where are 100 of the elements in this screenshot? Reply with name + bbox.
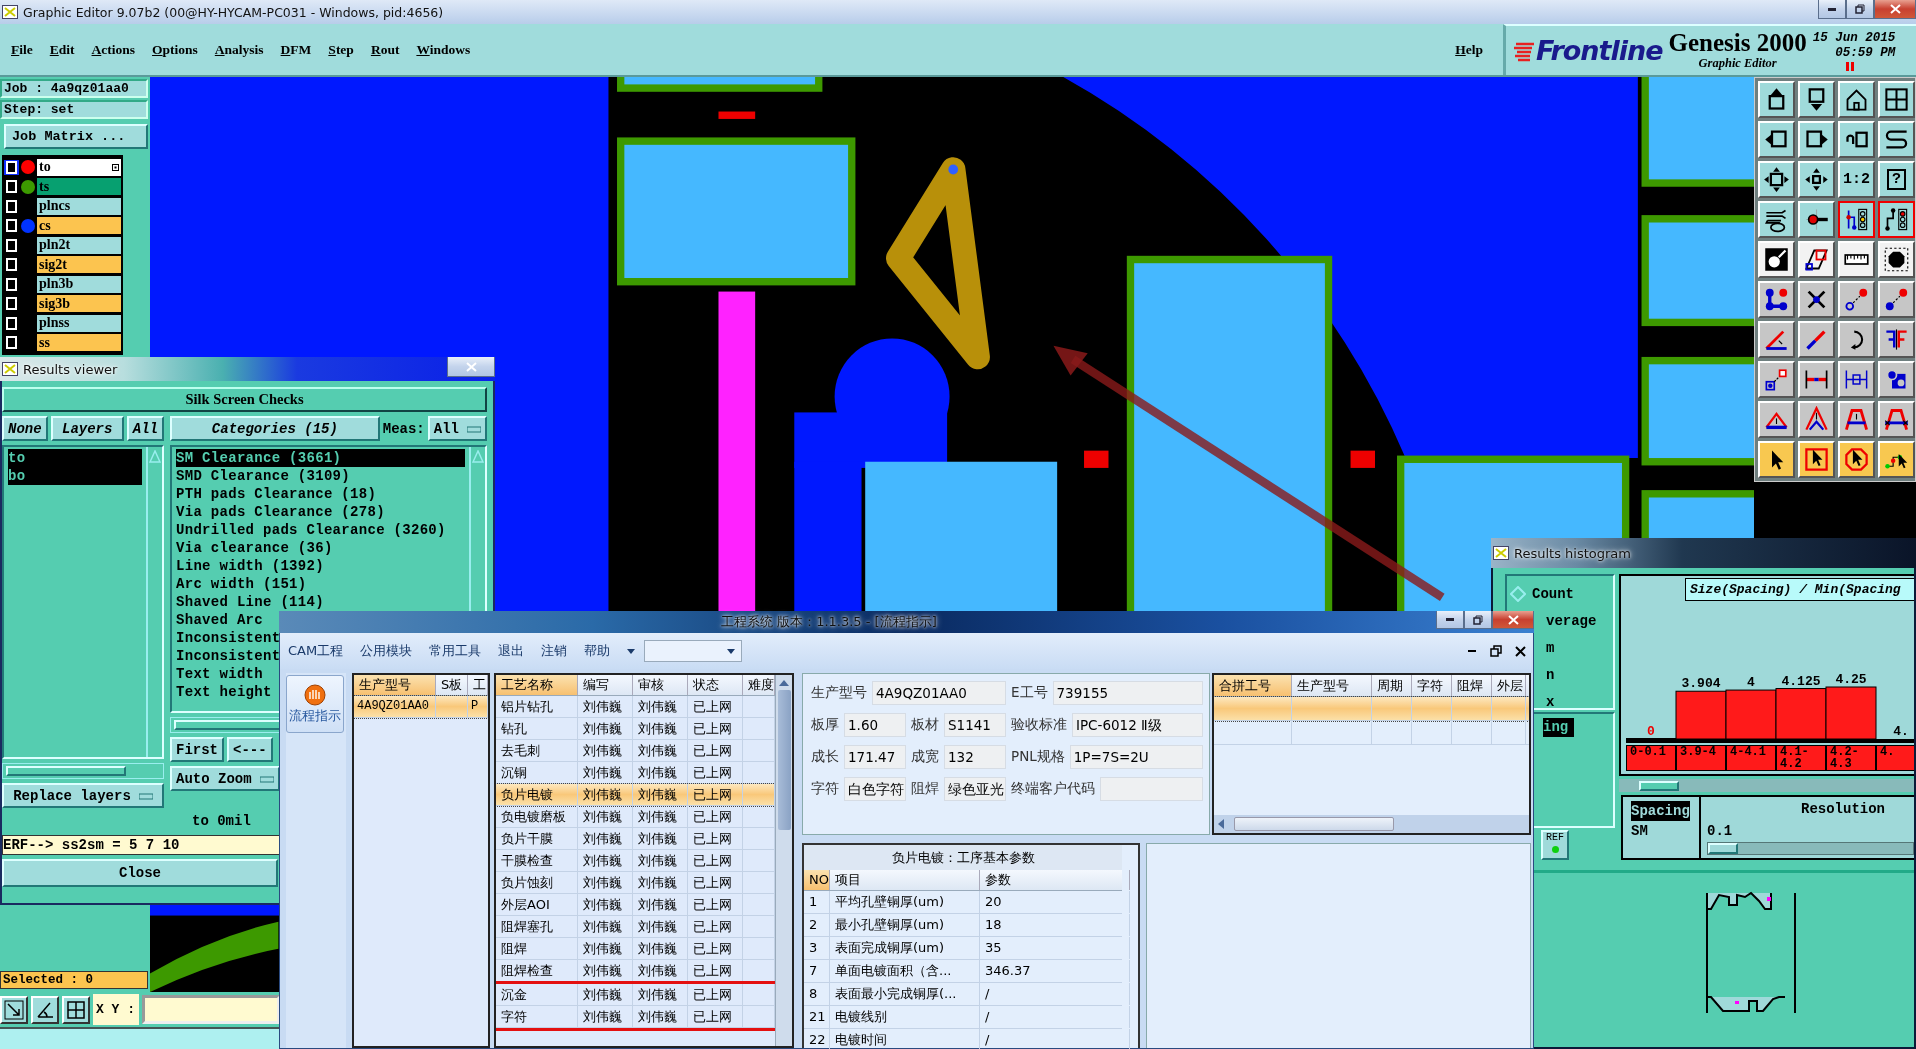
type-list-item[interactable]: ing [1543,718,1575,737]
table-row[interactable]: 钻孔 刘伟巍 刘伟巍 已上网 [496,718,775,740]
table-row[interactable]: 外层AOI 刘伟巍 刘伟巍 已上网 [496,894,775,916]
table-row[interactable]: 沉金 刘伟巍 刘伟巍 已上网 [496,984,775,1006]
field-value[interactable]: 1P=7S=2U [1069,745,1203,769]
menu-item[interactable]: 常用工具 [429,642,482,660]
menu-item[interactable]: Actions [91,41,136,58]
layer-row[interactable]: sig3b [37,295,121,312]
table-row[interactable]: 负片蚀刻 刘伟巍 刘伟巍 已上网 [496,872,775,894]
tool-button[interactable] [1838,201,1875,238]
menu-item[interactable]: DFM [280,41,312,58]
layer-row[interactable]: pln3b [37,275,121,293]
layer-checkbox[interactable] [4,179,19,194]
field-value[interactable]: 绿色亚光 [944,777,1006,801]
field-value[interactable]: 171.47 [844,745,906,769]
column-header[interactable]: 合拼工号 [1214,675,1292,696]
zoom-ratio-button[interactable]: 1:2 [1838,161,1875,198]
layer-checkbox[interactable] [4,218,19,233]
field-value[interactable]: 1.60 [844,713,906,737]
menu-item[interactable]: Edit [49,41,75,58]
category-item[interactable]: Inconsistent [176,629,281,647]
category-item[interactable]: Arc width (151) [176,575,307,593]
layer-checkbox[interactable] [4,237,19,253]
category-item[interactable]: SM Clearance (3661) [176,449,465,467]
category-item[interactable]: Shaved Line (114) [176,593,324,611]
layer-checkbox[interactable] [4,159,19,175]
layer-list-item[interactable]: bo [8,467,142,485]
category-item[interactable]: Via pads Clearance (278) [176,503,385,521]
table-row[interactable]: 铝片钻孔 刘伟巍 刘伟巍 已上网 [496,696,775,718]
layer-row[interactable]: cs [37,217,121,234]
restore-button[interactable] [1489,644,1503,658]
category-item[interactable]: Via clearance (36) [176,539,333,557]
column-header[interactable]: 审核 [633,675,688,695]
layer-list-item[interactable]: to [8,449,142,467]
help-button[interactable]: ? [1878,161,1915,198]
flow-guide-button[interactable]: 流程指示 [286,675,344,733]
field-value[interactable]: 白色字符 [844,777,906,801]
field-value[interactable]: S1141 [944,713,1006,737]
field-value[interactable]: 132 [944,745,1006,769]
scrollbar[interactable] [1214,815,1529,833]
layer-checkbox[interactable] [4,335,19,350]
table-row[interactable]: 负片干膜 刘伟巍 刘伟巍 已上网 [496,828,775,850]
measure-list-item[interactable]: SM [1631,821,1648,842]
layer-row[interactable]: ss [37,334,121,351]
navigation-button[interactable]: First [170,737,224,762]
table-row[interactable]: 阻焊塞孔 刘伟巍 刘伟巍 已上网 [496,916,775,938]
layer-row[interactable]: pln2t [37,236,121,254]
menu-item[interactable]: Rout [370,41,400,58]
layer-row[interactable]: plncs [37,197,121,215]
maximize-button[interactable] [1464,611,1492,629]
maximize-button[interactable] [1846,0,1874,19]
menu-item[interactable]: Options [152,41,198,58]
menu-item[interactable]: File [11,41,33,58]
column-header[interactable]: 项目 [830,870,980,890]
scrollbar[interactable] [1619,778,1914,793]
close-button[interactable] [1513,644,1527,658]
column-header[interactable]: NO [804,870,830,890]
menu-item[interactable]: 注销 [541,642,568,660]
category-item[interactable]: Line width (1392) [176,557,324,575]
category-item[interactable]: Text height [176,683,272,701]
reference-button[interactable]: REF [1541,830,1569,860]
field-value[interactable]: 739155 [1052,681,1203,705]
table-row[interactable]: 去毛刺 刘伟巍 刘伟巍 已上网 [496,740,775,762]
resolution-slider[interactable] [1707,842,1914,856]
menu-item[interactable]: 帮助 [584,642,611,660]
navigation-button[interactable]: <--- [227,737,273,762]
table-row[interactable]: 阻焊 刘伟巍 刘伟巍 已上网 [496,938,775,960]
column-header[interactable]: 状态 [688,675,743,695]
category-item[interactable]: Text width [176,665,263,683]
table-row[interactable]: 4A9QZ01AA0 P [354,696,488,718]
slider-thumb[interactable] [1708,843,1738,855]
layer-checkbox[interactable] [4,276,19,292]
category-item[interactable]: Shaved Arc [176,611,263,629]
menu-item[interactable]: Help [1455,41,1483,58]
layer-checkbox[interactable] [4,296,19,311]
layer-row[interactable]: sig2t [37,256,121,273]
layer-checkbox[interactable] [4,198,19,214]
table-row[interactable]: 负片电镀 刘伟巍 刘伟巍 已上网 [496,784,775,806]
category-item[interactable]: SMD Clearance (3109) [176,467,351,485]
filter-button[interactable]: None [2,416,48,441]
tool-button[interactable] [1878,201,1915,238]
layer-row[interactable]: to [37,158,121,176]
zoom-mode-dropdown[interactable]: Auto Zoom [170,766,280,791]
menu-item[interactable]: Analysis [214,41,264,58]
table-row[interactable]: 负电镀磨板 刘伟巍 刘伟巍 已上网 [496,806,775,828]
filter-button[interactable]: All [126,416,164,441]
menu-item[interactable]: CAM工程 [288,642,344,660]
field-value[interactable]: 4A9QZ01AA0 [872,681,1006,705]
column-header[interactable]: 参数 [980,870,1130,890]
category-item[interactable]: Inconsistent [176,647,281,665]
layer-checkbox[interactable] [4,315,19,331]
measure-list-item[interactable]: Spacing [1631,801,1690,822]
menu-item[interactable]: 公用模块 [360,642,413,660]
scrollbar[interactable] [775,675,792,1046]
menu-item[interactable]: 退出 [498,642,525,660]
menu-item[interactable]: Windows [416,41,471,58]
column-header[interactable]: 编写 [578,675,633,695]
column-header[interactable]: 生产型号 [354,675,436,695]
replace-layers-dropdown[interactable]: Replace layers [2,783,164,808]
field-value[interactable]: IPC-6012 Ⅱ级 [1072,713,1203,737]
